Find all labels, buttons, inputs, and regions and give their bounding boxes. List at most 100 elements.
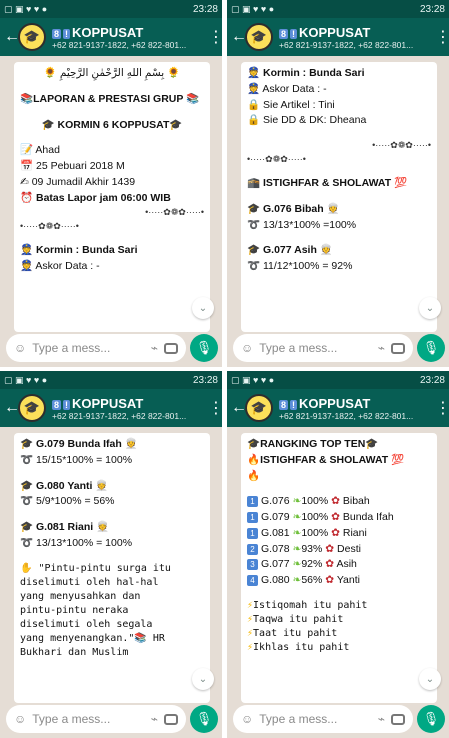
rank-badge: 3 bbox=[247, 559, 258, 571]
rank-row: 1 G.076 ❧100% ✿ Bibah bbox=[247, 494, 431, 510]
chevron-down-icon[interactable]: ⌄ bbox=[419, 297, 441, 319]
camera-icon[interactable] bbox=[391, 713, 405, 725]
day-text: 📝 Ahad bbox=[20, 144, 60, 157]
overflow-menu-icon[interactable]: ⋮ bbox=[208, 27, 222, 47]
message-input[interactable]: ☺ Type a mess... ⌁ bbox=[233, 705, 413, 733]
chat-title-area[interactable]: 8! KOPPUSAT +62 821-9137-1822, +62 822-80… bbox=[279, 25, 435, 50]
app-bar: ← 🎓 8! KOPPUSAT +62 821-9137-1822, +62 82… bbox=[0, 18, 222, 56]
smiley-icon[interactable]: ☺ bbox=[14, 712, 26, 726]
status-bar: ▢ ▣ ♥ ♥ ● 23:28 bbox=[227, 371, 449, 389]
rank-row: 4 G.080 ❧56% ✿ Yanti bbox=[247, 573, 431, 589]
askor-text: 👮 Askor Data : - bbox=[20, 260, 100, 272]
group-avatar[interactable]: 🎓 bbox=[245, 23, 273, 51]
rank-code: G.076 bbox=[261, 495, 290, 508]
group-avatar[interactable]: 🎓 bbox=[18, 23, 46, 51]
rank-row: 3 G.077 ❧92% ✿ Asih bbox=[247, 557, 431, 573]
camera-icon[interactable] bbox=[164, 713, 178, 725]
kormin-heading: 🎓 KORMIN 6 KOPPUSAT🎓 bbox=[41, 118, 183, 131]
smiley-icon[interactable]: ☺ bbox=[241, 712, 253, 726]
status-bar: ▢ ▣ ♥ ♥ ● 23:28 bbox=[0, 371, 222, 389]
rank-badge: 2 bbox=[247, 543, 258, 555]
ornament-separator: •·····✿❁✿·····• bbox=[247, 153, 306, 164]
paperclip-icon[interactable]: ⌁ bbox=[378, 712, 385, 726]
quote-line: ⚡Taat itu pahit bbox=[247, 627, 431, 641]
quote-line: ⚡Ikhlas itu pahit bbox=[247, 641, 431, 655]
smiley-icon[interactable]: ☺ bbox=[241, 341, 253, 355]
mic-icon[interactable]: 🎙 bbox=[190, 334, 218, 362]
hadith-quote: ✋ "Pintu-pintu surga itu diselimuti oleh… bbox=[20, 562, 171, 658]
mic-icon[interactable]: 🎙 bbox=[417, 334, 445, 362]
quote-line-text: Istiqomah itu pahit bbox=[253, 599, 368, 611]
message-input[interactable]: ☺ Type a mess... ⌁ bbox=[6, 705, 186, 733]
title-badge: ! bbox=[290, 399, 298, 410]
quote-line: ⚡Taqwa itu pahit bbox=[247, 613, 431, 627]
istighfar-heading: 🔥ISTIGHFAR & SHOLAWAT 💯 bbox=[247, 453, 405, 466]
status-time: 23:28 bbox=[192, 374, 218, 386]
overflow-menu-icon[interactable]: ⋮ bbox=[435, 27, 449, 47]
rank-percent: 56% bbox=[301, 574, 323, 586]
dd-text: 🔒 Sie DD & DK: Dheana bbox=[247, 114, 367, 127]
deadline-text: ⏰ Batas Lapor jam 06:00 WIB bbox=[20, 191, 171, 204]
rank-percent: 100% bbox=[301, 511, 329, 523]
rank-code: G.080 bbox=[261, 574, 290, 586]
overflow-menu-icon[interactable]: ⋮ bbox=[435, 398, 449, 418]
askor-text: 👮 Askor Data : - bbox=[247, 82, 327, 95]
message-input[interactable]: ☺ Type a mess... ⌁ bbox=[6, 334, 186, 362]
title-badge: 8 bbox=[279, 28, 289, 39]
rank-name: Yanti bbox=[336, 574, 360, 586]
chat-title-area[interactable]: 8! KOPPUSAT +62 821-9137-1822, +62 822-80… bbox=[52, 25, 208, 50]
quote-line-text: Taqwa itu pahit bbox=[253, 613, 344, 625]
member-name: 🎓 G.081 Riani 👳 bbox=[20, 521, 110, 533]
ranking-heading: 🎓RANGKING TOP TEN🎓 bbox=[247, 438, 379, 450]
chat-title: KOPPUSAT bbox=[72, 395, 144, 411]
smiley-icon[interactable]: ☺ bbox=[14, 341, 26, 355]
mic-icon[interactable]: 🎙 bbox=[190, 705, 218, 733]
title-badge: 8 bbox=[279, 399, 289, 410]
rank-row: 1 G.081 ❧100% ✿ Riani bbox=[247, 526, 431, 542]
message-bubble: 🎓 G.079 Bunda Ifah 👳 ➰ 15/15*100% = 100%… bbox=[14, 433, 210, 703]
member-score: ➰ 11/12*100% = 92% bbox=[247, 260, 353, 272]
back-arrow-icon[interactable]: ← bbox=[4, 399, 20, 417]
chat-title-area[interactable]: 8! KOPPUSAT +62 821-9137-1822, +62 822-80… bbox=[52, 396, 208, 421]
title-badge: 8 bbox=[52, 28, 62, 39]
rose-icon: ✿ bbox=[331, 495, 340, 508]
paperclip-icon[interactable]: ⌁ bbox=[151, 341, 158, 355]
fire-emoji: 🔥 bbox=[247, 469, 261, 482]
chat-participants: +62 821-9137-1822, +62 822-801... bbox=[279, 410, 414, 421]
overflow-menu-icon[interactable]: ⋮ bbox=[208, 398, 222, 418]
title-badge: 8 bbox=[52, 399, 62, 410]
chat-title-area[interactable]: 8! KOPPUSAT +62 821-9137-1822, +62 822-80… bbox=[279, 396, 435, 421]
chevron-down-icon[interactable]: ⌄ bbox=[419, 668, 441, 690]
back-arrow-icon[interactable]: ← bbox=[231, 28, 247, 46]
rank-badge: 1 bbox=[247, 496, 258, 508]
ornament-separator: •·····✿❁✿·····• bbox=[372, 140, 431, 150]
rank-name: Riani bbox=[342, 526, 367, 539]
chevron-down-icon[interactable]: ⌄ bbox=[192, 297, 214, 319]
message-input[interactable]: ☺ Type a mess... ⌁ bbox=[233, 334, 413, 362]
camera-icon[interactable] bbox=[164, 342, 178, 354]
chevron-down-icon[interactable]: ⌄ bbox=[192, 668, 214, 690]
chat-title: KOPPUSAT bbox=[299, 24, 371, 40]
rank-badge: 4 bbox=[247, 575, 258, 586]
paperclip-icon[interactable]: ⌁ bbox=[378, 341, 385, 355]
camera-icon[interactable] bbox=[391, 342, 405, 354]
group-avatar[interactable]: 🎓 bbox=[245, 394, 273, 422]
rank-name: Bibah bbox=[342, 495, 370, 508]
quote-line: ⚡Istiqomah itu pahit bbox=[247, 599, 431, 613]
rose-icon: ✿ bbox=[331, 526, 340, 539]
mic-icon[interactable]: 🎙 bbox=[417, 705, 445, 733]
rank-code: G.079 bbox=[261, 511, 290, 523]
rank-percent: 93% bbox=[301, 542, 323, 555]
istighfar-heading: 🕋 ISTIGHFAR & SHOLAWAT 💯 bbox=[247, 177, 408, 189]
paperclip-icon[interactable]: ⌁ bbox=[151, 712, 158, 726]
back-arrow-icon[interactable]: ← bbox=[4, 28, 20, 46]
status-time: 23:28 bbox=[419, 374, 445, 386]
group-avatar[interactable]: 🎓 bbox=[18, 394, 46, 422]
app-bar: ← 🎓 8! KOPPUSAT +62 821-9137-1822, +62 82… bbox=[227, 18, 449, 56]
rank-code: G.077 bbox=[261, 558, 290, 571]
title-badge: ! bbox=[290, 28, 298, 39]
back-arrow-icon[interactable]: ← bbox=[231, 399, 247, 417]
status-time: 23:28 bbox=[192, 3, 218, 15]
ornament-separator: •·····✿❁✿·····• bbox=[145, 207, 204, 218]
composer: ☺ Type a mess... ⌁ 🎙 bbox=[6, 704, 218, 734]
